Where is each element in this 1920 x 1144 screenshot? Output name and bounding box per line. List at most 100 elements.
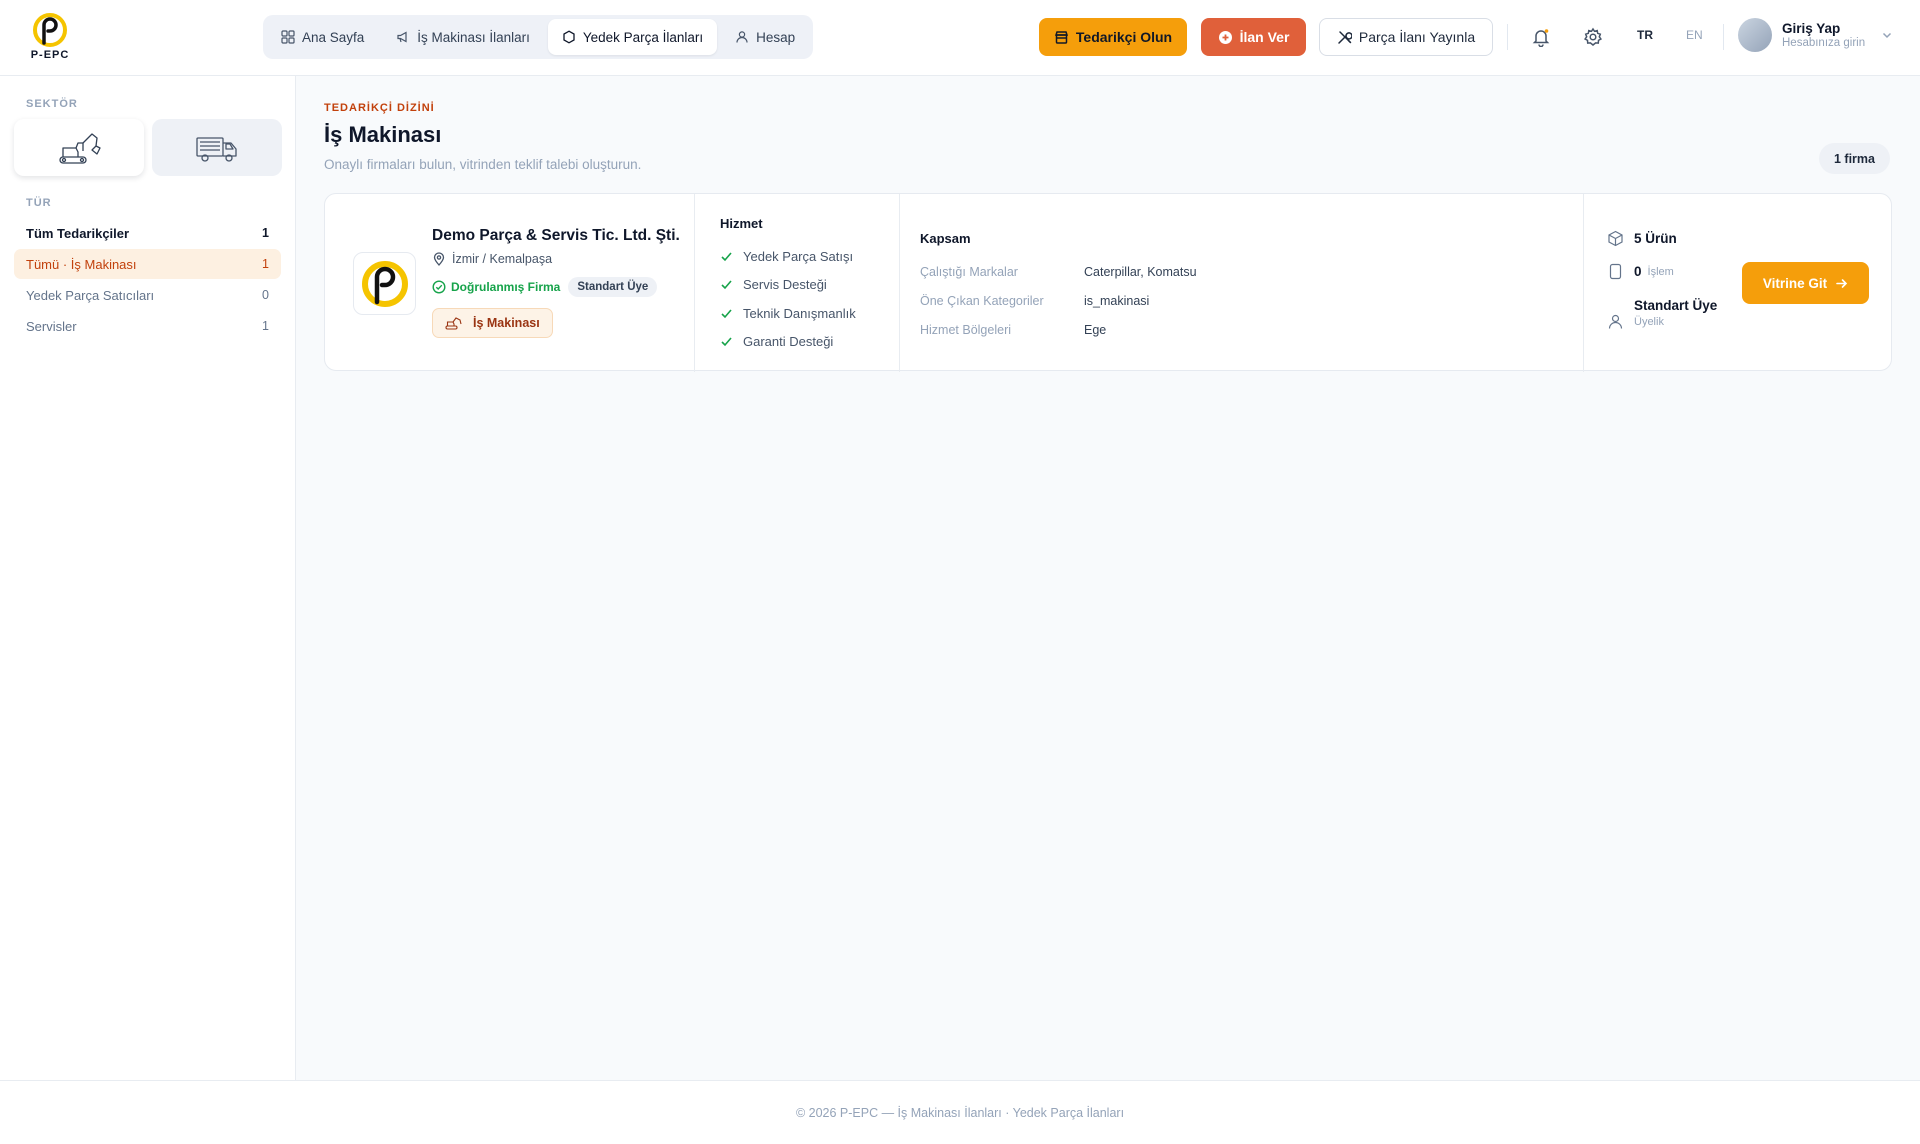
service-item: Servis Desteği [720, 271, 856, 300]
publish-part-ad-button[interactable]: Parça İlanı Yayınla [1319, 18, 1493, 56]
company-name[interactable]: Demo Parça & Servis Tic. Ltd. Şti. [432, 227, 680, 245]
sector-chip: İş Makinası [432, 308, 553, 338]
go-to-showcase-label: Vitrine Git [1762, 275, 1828, 291]
scope-row: Çalıştığı Markalar Caterpillar, Komatsu [920, 257, 1197, 286]
company-location: İzmir / Kemalpaşa [432, 252, 552, 266]
nav-label: İş Makinası İlanları [417, 29, 530, 45]
type-item-count: 1 [262, 226, 269, 240]
membership-chip: Standart Üye [568, 277, 658, 297]
transactions-count: 0 [1634, 264, 1642, 279]
type-item-count: 1 [262, 319, 269, 333]
membership-value: Standart Üye [1634, 297, 1718, 313]
header-divider [1723, 24, 1724, 50]
nav-item-home[interactable]: Ana Sayfa [267, 19, 378, 55]
footer-text: © 2026 P-EPC — İş Makinası İlanları · Ye… [795, 1105, 1125, 1120]
nav-label: Yedek Parça İlanları [582, 29, 704, 45]
box-icon [1608, 230, 1623, 247]
nav-item-part-ads[interactable]: Yedek Parça İlanları [547, 19, 718, 55]
nav-label: Hesap [756, 29, 796, 45]
brand-logo[interactable]: P-EPC [26, 12, 74, 64]
type-item-all-suppliers[interactable]: Tüm Tedarikçiler 1 [14, 218, 281, 248]
brand-name: P-EPC [30, 49, 70, 61]
scope-table: Çalıştığı Markalar Caterpillar, Komatsu … [920, 257, 1197, 344]
nav-item-account[interactable]: Hesap [721, 19, 809, 55]
publish-part-ad-label: Parça İlanı Yayınla [1358, 29, 1476, 45]
type-item-all-construction[interactable]: Tümü · İş Makinası 1 [14, 249, 281, 279]
tools-icon [1338, 30, 1352, 44]
become-supplier-button[interactable]: Tedarikçi Olun [1039, 18, 1187, 56]
column-divider [1583, 194, 1584, 372]
login-title: Giriş Yap [1782, 21, 1841, 36]
gear-icon [1583, 27, 1603, 46]
products-stat: 5 Ürün [1607, 230, 1677, 247]
settings-button[interactable] [1580, 24, 1606, 50]
supplier-card: Demo Parça & Servis Tic. Ltd. Şti. İzmir… [324, 193, 1892, 372]
excavator-icon [59, 132, 101, 164]
scope-row: Hizmet Bölgeleri Ege [920, 315, 1197, 344]
sector-chip-label: İş Makinası [473, 316, 540, 330]
verified-badge: Doğrulanmış Firma [432, 280, 560, 294]
arrow-right-icon [1836, 278, 1848, 288]
language-en[interactable]: EN [1686, 28, 1703, 42]
service-label: Yedek Parça Satışı [743, 248, 854, 264]
avatar [1738, 18, 1772, 52]
sector-switcher [14, 119, 282, 176]
login-menu[interactable]: Giriş Yap Hesabınıza girin [1738, 18, 1892, 52]
company-badges: Doğrulanmış Firma Standart Üye [432, 277, 658, 297]
nav-item-machine-ads[interactable]: İş Makinası İlanları [382, 19, 544, 55]
document-icon [1609, 263, 1622, 280]
post-ad-button[interactable]: İlan Ver [1201, 18, 1306, 56]
sector-label: SEKTÖR [26, 98, 78, 110]
chevron-down-icon [1882, 32, 1892, 39]
check-icon [721, 252, 732, 261]
plus-circle-icon [1218, 30, 1232, 44]
type-label: TÜR [26, 197, 52, 209]
products-count: 5 Ürün [1634, 231, 1677, 246]
store-icon [1054, 30, 1068, 44]
notifications-button[interactable] [1528, 24, 1554, 50]
type-item-label: Servisler [26, 318, 77, 334]
excavator-icon [445, 317, 462, 330]
check-circle-icon [432, 280, 446, 294]
type-item-label: Yedek Parça Satıcıları [26, 287, 155, 303]
p-epc-logo-icon [33, 13, 67, 47]
user-icon [1608, 314, 1623, 329]
type-item-label: Tümü · İş Makinası [26, 256, 137, 272]
header-divider [1507, 24, 1508, 50]
transactions-stat: 0 İşlem [1607, 263, 1674, 280]
page-title: İş Makinası [324, 122, 442, 147]
sector-tile-trucks[interactable] [152, 119, 282, 176]
sector-tile-construction[interactable] [14, 119, 144, 176]
bell-icon [1532, 29, 1550, 47]
scope-value: Caterpillar, Komatsu [1084, 264, 1197, 279]
type-item-services[interactable]: Servisler 1 [14, 311, 281, 341]
megaphone-icon [397, 31, 407, 43]
user-icon [736, 31, 748, 43]
service-label: Garanti Desteği [743, 334, 834, 350]
verified-label: Doğrulanmış Firma [451, 280, 561, 294]
services-title: Hizmet [720, 216, 763, 231]
column-divider [694, 194, 695, 372]
page-subtitle: Onaylı firmaları bulun, vitrinden teklif… [324, 157, 642, 172]
hexagon-icon [563, 30, 575, 44]
login-subtitle: Hesabınıza girin [1782, 37, 1866, 49]
truck-icon [196, 136, 237, 162]
top-header: P-EPC Ana Sayfa İş Makinası İlanları Yed… [0, 0, 1920, 76]
language-tr[interactable]: TR [1637, 28, 1653, 42]
go-to-showcase-button[interactable]: Vitrine Git [1742, 262, 1869, 304]
type-item-part-sellers[interactable]: Yedek Parça Satıcıları 0 [14, 280, 281, 310]
type-item-label: Tüm Tedarikçiler [26, 225, 130, 241]
company-location-text: İzmir / Kemalpaşa [452, 252, 553, 266]
column-divider [899, 194, 900, 372]
grid-icon [281, 30, 295, 44]
scope-value: is_makinasi [1084, 293, 1150, 308]
scope-row: Öne Çıkan Kategoriler is_makinasi [920, 286, 1197, 315]
transactions-label: İşlem [1647, 265, 1674, 278]
post-ad-label: İlan Ver [1239, 29, 1290, 45]
check-icon [721, 280, 732, 290]
company-logo [353, 252, 416, 315]
membership-stat: Standart Üye Üyelik [1607, 295, 1717, 330]
check-icon [721, 309, 732, 318]
scope-key: Hizmet Bölgeleri [920, 322, 1012, 337]
scope-value: Ege [1084, 322, 1107, 337]
